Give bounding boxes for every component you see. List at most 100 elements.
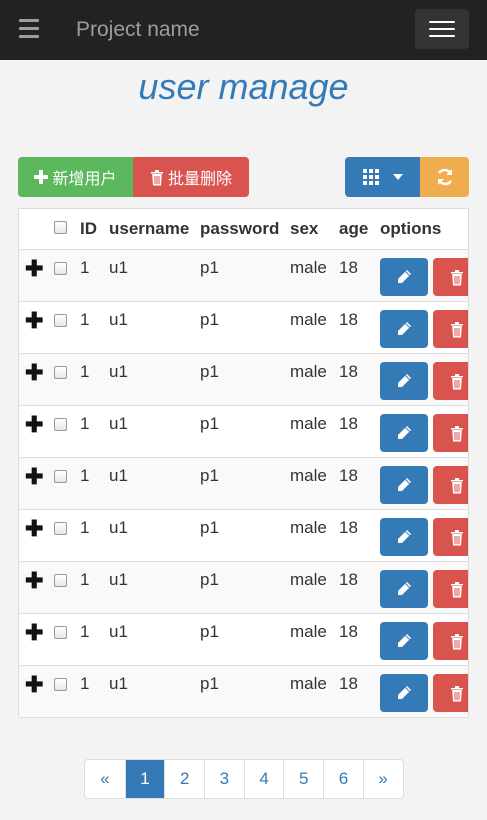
trash-icon bbox=[451, 581, 463, 597]
page-4[interactable]: 4 bbox=[243, 760, 284, 798]
edit-button[interactable] bbox=[380, 570, 428, 608]
table-header: ID username password sex age options bbox=[19, 209, 468, 249]
trash-icon bbox=[451, 477, 463, 493]
row-checkbox[interactable] bbox=[54, 574, 67, 587]
menu-icon[interactable] bbox=[19, 19, 39, 39]
delete-button[interactable] bbox=[433, 414, 468, 452]
cell-password: p1 bbox=[200, 570, 219, 589]
expand-row-icon[interactable]: ✚ bbox=[25, 414, 43, 436]
table-row: ✚ 1 u1 p1 male 18 bbox=[19, 509, 468, 561]
edit-button[interactable] bbox=[380, 258, 428, 296]
cell-age: 18 bbox=[339, 518, 358, 537]
page-1[interactable]: 1 bbox=[124, 760, 165, 798]
cell-id: 1 bbox=[80, 674, 90, 693]
add-user-label: 新增用户 bbox=[52, 171, 117, 188]
edit-button[interactable] bbox=[380, 414, 428, 452]
batch-delete-button[interactable]: 批量删除 bbox=[133, 157, 249, 197]
expand-row-icon[interactable]: ✚ bbox=[25, 622, 43, 644]
expand-row-icon[interactable]: ✚ bbox=[25, 570, 43, 592]
column-header-options: options bbox=[380, 219, 442, 238]
row-checkbox[interactable] bbox=[54, 418, 67, 431]
edit-button[interactable] bbox=[380, 518, 428, 556]
edit-button[interactable] bbox=[380, 622, 428, 660]
table-row: ✚ 1 u1 p1 male 18 bbox=[19, 353, 468, 405]
table-row: ✚ 1 u1 p1 male 18 bbox=[19, 665, 468, 717]
cell-username: u1 bbox=[109, 258, 128, 277]
expand-row-icon[interactable]: ✚ bbox=[25, 310, 43, 332]
cell-age: 18 bbox=[339, 674, 358, 693]
page-6[interactable]: 6 bbox=[323, 760, 363, 798]
expand-row-icon[interactable]: ✚ bbox=[25, 674, 43, 696]
cell-password: p1 bbox=[200, 466, 219, 485]
expand-row-icon[interactable]: ✚ bbox=[25, 518, 43, 540]
pencil-icon bbox=[398, 374, 411, 387]
cell-password: p1 bbox=[200, 622, 219, 641]
cell-id: 1 bbox=[80, 414, 90, 433]
cell-sex: male bbox=[290, 466, 327, 485]
page-prev[interactable]: « bbox=[85, 760, 125, 798]
cell-id: 1 bbox=[80, 310, 90, 329]
expand-row-icon[interactable]: ✚ bbox=[25, 258, 43, 280]
row-checkbox[interactable] bbox=[54, 262, 67, 275]
cell-username: u1 bbox=[109, 570, 128, 589]
table-row: ✚ 1 u1 p1 male 18 bbox=[19, 249, 468, 301]
expand-row-icon[interactable]: ✚ bbox=[25, 362, 43, 384]
cell-id: 1 bbox=[80, 570, 90, 589]
row-checkbox[interactable] bbox=[54, 678, 67, 691]
select-all-checkbox[interactable] bbox=[54, 221, 67, 234]
cell-username: u1 bbox=[109, 310, 128, 329]
row-checkbox[interactable] bbox=[54, 522, 67, 535]
delete-button[interactable] bbox=[433, 518, 468, 556]
cell-password: p1 bbox=[200, 310, 219, 329]
delete-button[interactable] bbox=[433, 570, 468, 608]
expand-row-icon[interactable]: ✚ bbox=[25, 466, 43, 488]
delete-button[interactable] bbox=[433, 466, 468, 504]
add-user-button[interactable]: 新增用户 bbox=[18, 157, 133, 197]
navbar-toggle-button[interactable] bbox=[415, 9, 469, 49]
column-header-age[interactable]: age bbox=[339, 219, 368, 239]
cell-age: 18 bbox=[339, 258, 358, 277]
row-checkbox[interactable] bbox=[54, 626, 67, 639]
navbar-brand[interactable]: Project name bbox=[76, 17, 200, 43]
page-3[interactable]: 3 bbox=[204, 760, 244, 798]
cell-password: p1 bbox=[200, 362, 219, 381]
edit-button[interactable] bbox=[380, 466, 428, 504]
column-header-sex[interactable]: sex bbox=[290, 219, 318, 239]
pagination: « 1 2 3 4 5 6 » bbox=[84, 759, 404, 799]
column-header-id[interactable]: ID bbox=[80, 219, 97, 239]
page-next[interactable]: » bbox=[362, 760, 403, 798]
delete-button[interactable] bbox=[433, 362, 468, 400]
cell-age: 18 bbox=[339, 310, 358, 329]
delete-button[interactable] bbox=[433, 310, 468, 348]
columns-dropdown-button[interactable] bbox=[345, 157, 420, 197]
cell-password: p1 bbox=[200, 674, 219, 693]
delete-button[interactable] bbox=[433, 258, 468, 296]
edit-button[interactable] bbox=[380, 674, 428, 712]
page-2[interactable]: 2 bbox=[164, 760, 204, 798]
cell-username: u1 bbox=[109, 674, 128, 693]
delete-button[interactable] bbox=[433, 674, 468, 712]
delete-button[interactable] bbox=[433, 622, 468, 660]
edit-button[interactable] bbox=[380, 310, 428, 348]
row-checkbox[interactable] bbox=[54, 470, 67, 483]
row-checkbox[interactable] bbox=[54, 366, 67, 379]
batch-delete-label: 批量删除 bbox=[167, 171, 232, 188]
table-row: ✚ 1 u1 p1 male 18 bbox=[19, 613, 468, 665]
column-header-username[interactable]: username bbox=[109, 219, 189, 239]
trash-icon bbox=[451, 425, 463, 441]
plus-icon bbox=[34, 170, 49, 184]
refresh-button[interactable] bbox=[420, 157, 469, 197]
column-header-password[interactable]: password bbox=[200, 219, 279, 239]
edit-button[interactable] bbox=[380, 362, 428, 400]
row-checkbox[interactable] bbox=[54, 314, 67, 327]
table-row: ✚ 1 u1 p1 male 18 bbox=[19, 301, 468, 353]
page-5[interactable]: 5 bbox=[283, 760, 323, 798]
refresh-icon bbox=[437, 168, 452, 186]
trash-icon bbox=[150, 169, 163, 185]
cell-id: 1 bbox=[80, 466, 90, 485]
pencil-icon bbox=[398, 426, 411, 439]
pencil-icon bbox=[398, 270, 411, 283]
grid-icon bbox=[362, 169, 379, 185]
cell-id: 1 bbox=[80, 622, 90, 641]
table-row: ✚ 1 u1 p1 male 18 bbox=[19, 561, 468, 613]
